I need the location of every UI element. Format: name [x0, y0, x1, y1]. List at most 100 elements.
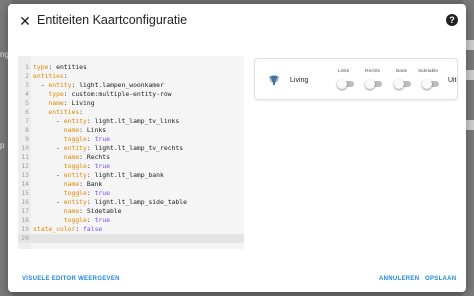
code-line[interactable]: 3 - entity: light.lampen_woonkamer [18, 81, 244, 90]
code-line[interactable]: 20 [18, 234, 244, 243]
show-visual-editor-button[interactable]: VISUELE EDITOR WEERGEVEN [22, 276, 120, 282]
code-line[interactable]: 6 entities: [18, 108, 244, 117]
toggle-knob [422, 79, 432, 89]
yaml-value: light.lt_lamp_side_table [94, 198, 187, 206]
yaml-value: Sidetable [86, 207, 122, 215]
yaml-key: toggle [63, 216, 87, 224]
yaml-value: Rechts [86, 153, 110, 161]
entity-name[interactable]: Living [290, 77, 308, 84]
toggle-knob [337, 79, 347, 89]
yaml-key: entities [33, 72, 64, 80]
background-text-fragment: p [0, 141, 5, 150]
line-number: 16 [21, 198, 29, 206]
yaml-value: entities [56, 63, 87, 71]
toggle-sidetable[interactable] [422, 79, 439, 89]
code-text: name: Living [48, 99, 95, 107]
code-line[interactable]: 13 - entity: light.lt_lamp_bank [18, 171, 244, 180]
toggle-bank[interactable] [394, 79, 411, 89]
code-text: - entity: light.lt_lamp_bank [56, 171, 164, 179]
line-number: 18 [21, 216, 29, 224]
close-icon[interactable]: ✕ [17, 13, 33, 29]
line-number: 20 [21, 234, 29, 242]
yaml-key: toggle [63, 189, 87, 197]
code-line[interactable]: 12 toggle: true [18, 162, 244, 171]
yaml-value: Bank [86, 180, 103, 188]
code-text: name: Links [63, 126, 107, 134]
code-line[interactable]: 8 name: Links [18, 126, 244, 135]
yaml-key: type [33, 63, 49, 71]
code-text: toggle: true [63, 162, 110, 170]
code-line[interactable]: 4 type: custom:multiple-entity-row [18, 90, 244, 99]
code-text: entities: [48, 108, 84, 116]
yaml-value: light.lt_lamp_bank [94, 171, 164, 179]
code-line[interactable]: 9 toggle: true [18, 135, 244, 144]
line-number: 7 [25, 117, 29, 125]
code-line[interactable]: 15 toggle: true [18, 189, 244, 198]
line-number: 6 [25, 108, 29, 116]
entity-state: Uit [448, 77, 457, 84]
lamp-icon[interactable] [267, 75, 281, 87]
code-line[interactable]: 11 name: Rechts [18, 153, 244, 162]
dialog-header: ✕ Entiteiten Kaartconfiguratie ? [8, 4, 466, 38]
line-number: 4 [25, 90, 29, 98]
code-line[interactable]: 19 state_color: false [18, 225, 244, 234]
yaml-value: true [94, 189, 110, 197]
yaml-value: light.lampen_woonkamer [79, 81, 164, 89]
line-number: 13 [21, 171, 29, 179]
yaml-key: name [63, 153, 80, 161]
yaml-key: name [63, 126, 80, 134]
yaml-value: true [94, 135, 110, 143]
code-line[interactable]: 1 type: entities [18, 63, 244, 72]
code-line[interactable]: 17 name: Sidetable [18, 207, 244, 216]
line-number: 2 [25, 72, 29, 80]
toggle-label-links: Links [338, 69, 350, 74]
yaml-key: entity [63, 117, 87, 125]
line-number: 8 [25, 126, 29, 134]
line-number: 12 [21, 162, 29, 170]
save-button[interactable]: OPSLAAN [425, 276, 456, 282]
line-number: 3 [25, 81, 29, 89]
toggle-knob [365, 79, 375, 89]
yaml-key: entities [48, 108, 80, 116]
yaml-key: name [63, 180, 80, 188]
toggle-links[interactable] [337, 79, 354, 89]
yaml-value: light.lt_lamp_tv_rechts [94, 144, 184, 152]
code-text: type: entities [33, 63, 87, 71]
yaml-value: true [94, 216, 110, 224]
yaml-key: entity [63, 198, 87, 206]
line-number: 14 [21, 180, 29, 188]
line-number: 5 [25, 99, 29, 107]
code-text: entities: [33, 72, 68, 80]
yaml-value: Links [86, 126, 107, 134]
toggle-rechts[interactable] [365, 79, 382, 89]
yaml-key: name [63, 207, 80, 215]
yaml-key: state_color [33, 225, 76, 233]
line-number: 19 [21, 225, 29, 233]
code-text: type: custom:multiple-entity-row [48, 90, 172, 98]
yaml-key: toggle [63, 135, 87, 143]
cancel-button[interactable]: ANNULEREN [379, 276, 419, 282]
yaml-key: toggle [63, 162, 87, 170]
code-text: - entity: light.lt_lamp_tv_rechts [56, 144, 184, 152]
toggle-label-rechts: Rechts [365, 69, 380, 74]
code-line[interactable]: 18 toggle: true [18, 216, 244, 225]
code-text: - entity: light.lt_lamp_tv_links [56, 117, 180, 125]
yaml-key: entity [63, 171, 87, 179]
yaml-code-editor[interactable]: 1 type: entities 2 entities: 3 - entity: lig… [18, 56, 244, 249]
yaml-value: custom:multiple-entity-row [71, 90, 172, 98]
toggle-label-sidetable: Sidetable [418, 69, 439, 74]
line-number: 15 [21, 189, 29, 197]
line-number: 10 [21, 144, 29, 152]
card-configuration-dialog: ✕ Entiteiten Kaartconfiguratie ? 1 type: … [8, 4, 466, 292]
code-line[interactable]: 10 - entity: light.lt_lamp_tv_rechts [18, 144, 244, 153]
code-line[interactable]: 7 - entity: light.lt_lamp_tv_links [18, 117, 244, 126]
help-circle-icon[interactable]: ? [446, 14, 458, 26]
yaml-value: Living [71, 99, 95, 107]
preview-card: Living Links Rechts Bank Sidetable Uit [254, 58, 458, 100]
code-line[interactable]: 5 name: Living [18, 99, 244, 108]
code-text: state_color: false [33, 225, 103, 233]
code-line[interactable]: 16 - entity: light.lt_lamp_side_table [18, 198, 244, 207]
code-line[interactable]: 14 name: Bank [18, 180, 244, 189]
code-line[interactable]: 2 entities: [18, 72, 244, 81]
line-number: 1 [25, 63, 29, 71]
